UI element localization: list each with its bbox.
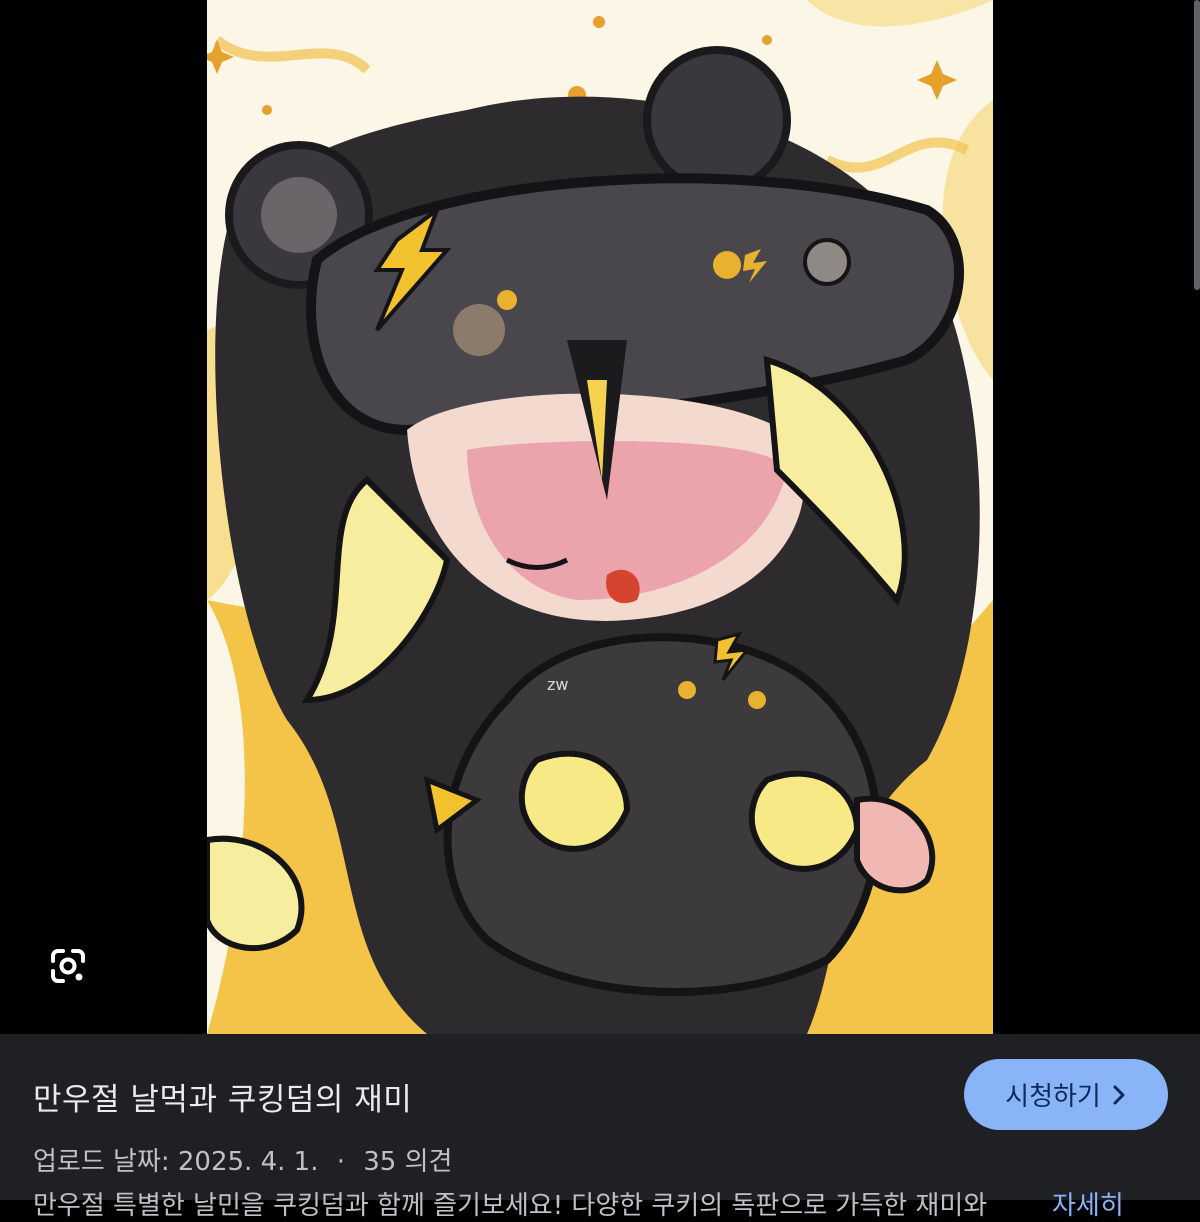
meta-separator: · [336,1147,345,1177]
watch-button[interactable]: 시청하기 [964,1059,1168,1130]
watch-button-label: 시청하기 [1005,1082,1101,1112]
scroll-indicator[interactable] [1194,0,1200,290]
upload-label: 업로드 날짜: [33,1147,170,1177]
video-title[interactable]: 만우절 날먹과 쿠킹덤의 재미 [33,1074,412,1119]
image-viewer: zw [0,0,1200,1034]
more-link[interactable]: 자세히 [1052,1185,1124,1222]
artwork-image[interactable]: zw [207,0,993,1034]
google-lens-icon[interactable] [46,944,90,988]
upload-date: 2025. 4. 1. [177,1147,319,1177]
comment-count: 35 의견 [363,1147,453,1177]
chevron-right-icon [1113,1085,1125,1104]
video-meta: 업로드 날짜: 2025. 4. 1. · 35 의견 [33,1141,452,1178]
video-description: 만우절 특별한 날민을 쿠킹덤과 함께 즐기보세요! 다양한 쿠키의 독판으로 … [33,1191,988,1221]
svg-text:zw: zw [547,675,568,694]
